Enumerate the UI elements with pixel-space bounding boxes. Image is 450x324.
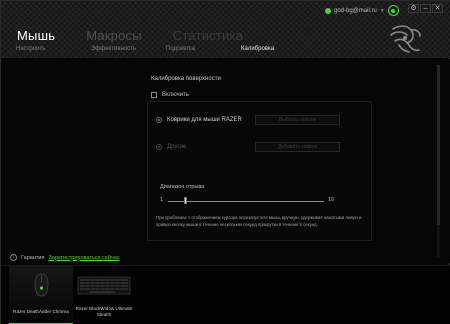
- device-name[interactable]: Razer BlackWidow Ultimate Stealth: [73, 306, 135, 318]
- account-email[interactable]: god-bg@mail.ru: [334, 8, 377, 14]
- device-deathadder[interactable]: Razer DeathAdder Chroma: [9, 266, 73, 324]
- scrollbar-thumb[interactable]: [437, 65, 440, 225]
- option-razer-mats[interactable]: Коврики для мыши RAZER Выбрать коврик: [156, 115, 340, 125]
- device-strip: Razer DeathAdder Chroma Razer BlackWidow…: [1, 265, 450, 324]
- slider-max-label: 10: [328, 197, 335, 203]
- synapse-window: god-bg@mail.ru ▼ ⚙ – ✕ Мышь Макросы Стат…: [0, 0, 450, 324]
- calibration-content: Калибровка поверхности Включить Коврики …: [1, 59, 450, 263]
- chevron-down-icon[interactable]: ▼: [380, 8, 385, 14]
- subtab-customize[interactable]: Настроить: [16, 46, 91, 52]
- radio-razer-mats[interactable]: [156, 117, 162, 123]
- tab-macros[interactable]: Макросы: [86, 28, 142, 43]
- option-other-mats[interactable]: Другие Добавить коврик: [156, 142, 340, 152]
- razer-logo-icon: [390, 25, 421, 53]
- slider-track[interactable]: [168, 201, 324, 202]
- info-icon: i: [10, 254, 17, 261]
- keyboard-device-icon: [77, 276, 131, 295]
- option-label[interactable]: Другие: [167, 144, 255, 150]
- subtab-performance[interactable]: Эффективность: [91, 46, 166, 52]
- device-blackwidow[interactable]: Razer BlackWidow Ultimate Stealth: [73, 266, 135, 324]
- header: god-bg@mail.ru ▼ ⚙ – ✕ Мышь Макросы Стат…: [1, 1, 450, 58]
- enable-checkbox[interactable]: [151, 92, 157, 98]
- sub-tabs: Настроить Эффективность Подсветка Калибр…: [16, 46, 316, 52]
- register-link[interactable]: Зарегистрироваться сейчас: [48, 255, 119, 261]
- mouse-device-icon: [34, 273, 49, 297]
- window-controls: ⚙ – ✕: [408, 4, 443, 13]
- enable-row[interactable]: Включить: [151, 92, 189, 98]
- device-name[interactable]: Razer DeathAdder Chroma: [9, 309, 73, 315]
- slider-min-label: 1: [160, 197, 164, 203]
- calibration-panel: Коврики для мыши RAZER Выбрать коврик Др…: [147, 101, 372, 241]
- help-text: При проблемах с отображением курсора пер…: [156, 215, 362, 227]
- main-tabs: Мышь Макросы Статистика: [17, 28, 274, 43]
- enable-label[interactable]: Включить: [162, 92, 189, 98]
- account-area[interactable]: god-bg@mail.ru ▼: [325, 5, 399, 16]
- liftoff-label: Диапазон отрыва: [160, 184, 205, 190]
- add-mat-button[interactable]: Добавить коврик: [255, 142, 340, 152]
- subtab-lighting[interactable]: Подсветка: [166, 46, 241, 52]
- tab-stats[interactable]: Статистика: [173, 28, 243, 43]
- select-mat-button[interactable]: Выбрать коврик: [255, 115, 340, 125]
- gear-icon[interactable]: ⚙: [408, 4, 419, 13]
- slider-thumb[interactable]: [183, 197, 187, 204]
- minimize-icon[interactable]: –: [420, 4, 431, 13]
- online-dot-icon: [325, 7, 331, 14]
- razer-status-icon[interactable]: [387, 5, 399, 16]
- close-icon[interactable]: ✕: [432, 4, 443, 13]
- tab-mouse[interactable]: Мышь: [17, 28, 55, 43]
- radio-other-mats[interactable]: [156, 144, 162, 150]
- warranty-label: Гарантия: [21, 254, 45, 261]
- subtab-calibration[interactable]: Калибровка: [241, 46, 316, 52]
- liftoff-slider[interactable]: 1 10: [160, 196, 340, 206]
- warranty-row: i Гарантия Зарегистрироваться сейчас: [10, 254, 120, 261]
- calibration-title: Калибровка поверхности: [151, 76, 221, 82]
- option-label[interactable]: Коврики для мыши RAZER: [167, 117, 255, 123]
